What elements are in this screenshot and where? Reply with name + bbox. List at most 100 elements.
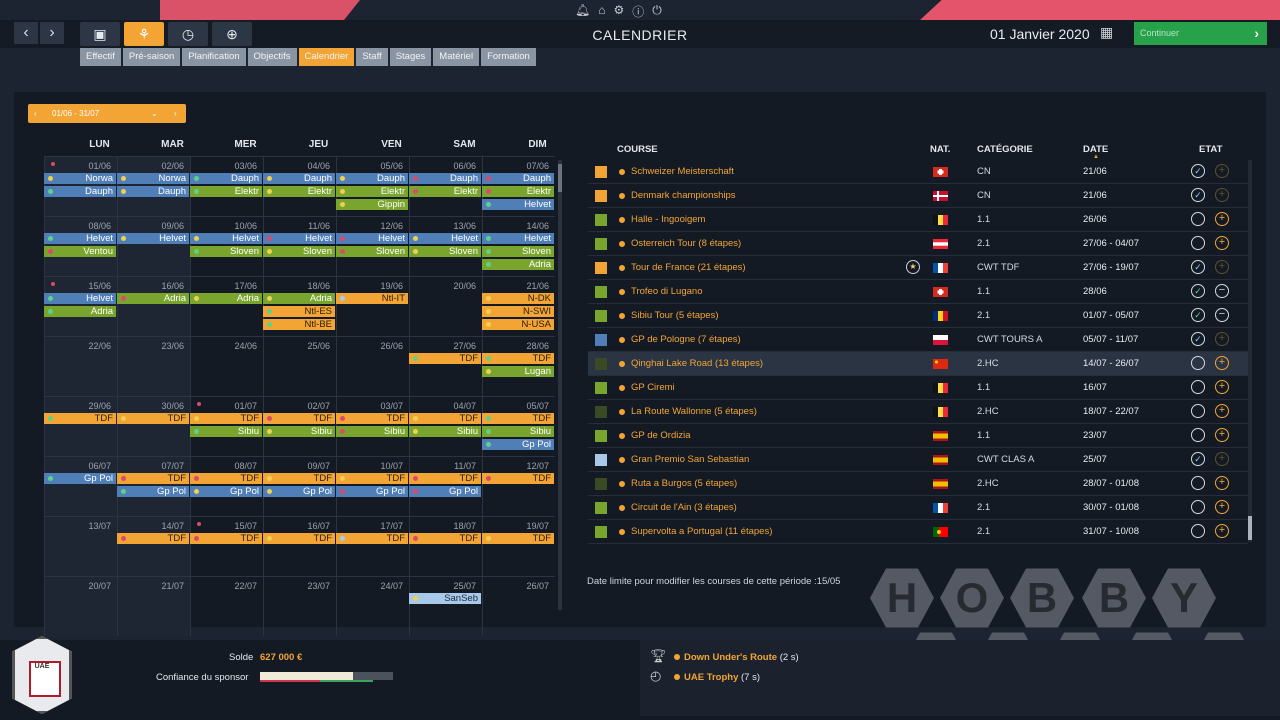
race-bar[interactable]: Helvet [190,233,262,244]
check-icon[interactable]: ✓ [1191,260,1205,274]
scroll-thumb[interactable] [558,164,562,192]
race-name[interactable]: Supervolta a Portugal (11 étapes) [631,526,772,537]
race-bar[interactable]: Adria [44,306,116,317]
race-row[interactable]: Denmark championships CN 21/06 ✓ + [588,184,1248,208]
race-bar[interactable]: Adria [263,293,335,304]
minus-icon[interactable]: − [1215,284,1229,298]
race-bar[interactable]: Helvet [482,233,554,244]
day-cell[interactable]: 22/06 [44,336,117,396]
race-bar[interactable]: Dauph [409,173,481,184]
plus-icon[interactable]: + [1215,524,1229,538]
race-bar[interactable]: Sloven [263,246,335,257]
forward-arrow-icon[interactable]: › [40,22,64,44]
day-cell[interactable]: 16/07 [263,516,336,576]
race-row[interactable]: Halle - Ingooigem 1.1 26/06 + [588,208,1248,232]
race-name[interactable]: Circuit de l'Ain (3 étapes) [631,502,737,513]
day-cell[interactable]: 24/07 [336,576,409,636]
calendar-icon[interactable]: ▦ [1100,24,1113,41]
chevron-down-icon[interactable]: ⌄ [151,104,158,123]
empty-circle-icon[interactable] [1191,428,1205,442]
race-row[interactable]: Qinghai Lake Road (13 étapes) 2.HC 14/07 -… [588,352,1248,376]
race-bar[interactable]: TDF [117,413,189,424]
plus-icon[interactable]: + [1215,164,1229,178]
race-bar[interactable]: TDF [44,413,116,424]
race-row[interactable]: Osterreich Tour (8 étapes) 2.1 27/06 - 04/… [588,232,1248,256]
day-cell[interactable]: 21/07 [117,576,190,636]
race-bar[interactable]: Norwa [44,173,116,184]
race-bar[interactable]: Sloven [409,246,481,257]
race-bar[interactable]: N-USA [482,319,554,330]
briefcase-icon[interactable]: ▣ [80,22,120,46]
race-name[interactable]: Osterreich Tour (8 étapes) [631,238,741,249]
day-cell[interactable]: 19/06 [336,276,409,336]
race-row[interactable]: Supervolta a Portugal (11 étapes) 2.1 31/0… [588,520,1248,544]
race-bar[interactable]: Dauph [482,173,554,184]
day-cell[interactable]: 23/07 [263,576,336,636]
empty-circle-icon[interactable] [1191,356,1205,370]
race-bar[interactable]: TDF [336,533,408,544]
race-bar[interactable]: Dauph [336,173,408,184]
empty-circle-icon[interactable] [1191,404,1205,418]
race-bar[interactable]: Sloven [336,246,408,257]
race-bar[interactable]: TDF [482,353,554,364]
race-bar[interactable]: TDF [190,413,262,424]
stopwatch-icon[interactable]: ◷ [168,22,208,46]
chevron-right-icon[interactable]: › [174,104,177,123]
day-cell[interactable]: 26/06 [336,336,409,396]
race-bar[interactable]: Helvet [336,233,408,244]
day-cell[interactable]: 17/07 [336,516,409,576]
race-bar[interactable]: Gp Pol [336,486,408,497]
chevron-left-icon[interactable]: ‹ [34,104,37,123]
race-bar[interactable]: Gippin [336,199,408,210]
home-icon[interactable]: ⌂ [598,3,605,20]
race-bar[interactable]: TDF [336,473,408,484]
empty-circle-icon[interactable] [1191,524,1205,538]
race-name[interactable]: Denmark championships [631,190,736,201]
race-bar[interactable]: Helvet [409,233,481,244]
race-bar[interactable]: Sibiu [409,426,481,437]
tab-objectifs[interactable]: Objectifs [247,48,297,66]
empty-circle-icon[interactable] [1191,476,1205,490]
info-icon[interactable]: ⓘ [632,3,644,20]
race-bar[interactable]: Dauph [263,173,335,184]
day-cell[interactable]: 22/07 [190,576,263,636]
day-cell[interactable]: 20/06 [409,276,482,336]
col-course[interactable]: COURSE [617,144,658,155]
race-bar[interactable]: TDF [117,533,189,544]
race-bar[interactable]: Gp Pol [44,473,116,484]
day-cell[interactable]: 27/06 [409,336,482,396]
race-bar[interactable]: TDF [409,473,481,484]
plus-icon[interactable]: + [1215,452,1229,466]
race-bar[interactable]: Sloven [482,246,554,257]
race-row[interactable]: Schweizer Meisterschaft CN 21/06 ✓ + [588,160,1248,184]
team-icon[interactable]: ⚘ [124,22,164,46]
race-name[interactable]: Ruta a Burgos (5 étapes) [631,478,737,489]
race-bar[interactable]: Dauph [190,173,262,184]
race-bar[interactable]: TDF [409,533,481,544]
check-icon[interactable]: ✓ [1191,164,1205,178]
race-bar[interactable]: Ventou [44,246,116,257]
race-bar[interactable]: Gp Pol [409,486,481,497]
tab-staff[interactable]: Staff [356,48,388,66]
tab-formation[interactable]: Formation [481,48,536,66]
day-cell[interactable]: 12/07 [482,456,555,516]
plus-icon[interactable]: + [1215,356,1229,370]
plus-icon[interactable]: + [1215,188,1229,202]
race-name[interactable]: La Route Wallonne (5 étapes) [631,406,757,417]
race-bar[interactable]: Adria [117,293,189,304]
day-cell[interactable]: 23/06 [117,336,190,396]
race-name[interactable]: GP Ciremi [631,382,675,393]
race-bar[interactable]: Sibiu [263,426,335,437]
race-bar[interactable]: TDF [190,473,262,484]
race-name[interactable]: Schweizer Meisterschaft [631,166,734,177]
race-row[interactable]: Tour de France (21 étapes) ★ CWT TDF 27/06 … [588,256,1248,280]
race-row[interactable]: Circuit de l'Ain (3 étapes) 2.1 30/07 - 01… [588,496,1248,520]
day-cell[interactable]: 25/06 [263,336,336,396]
plus-icon[interactable]: + [1215,476,1229,490]
race-bar[interactable]: Lugan [482,366,554,377]
race-bar[interactable]: Helvet [117,233,189,244]
race-row[interactable]: Sibiu Tour (5 étapes) 2.1 01/07 - 05/07 ✓ − [588,304,1248,328]
race-row[interactable]: La Route Wallonne (5 étapes) 2.HC 18/07 - … [588,400,1248,424]
race-name[interactable]: Tour de France (21 étapes) [631,262,746,273]
tab-stages[interactable]: Stages [389,48,432,66]
